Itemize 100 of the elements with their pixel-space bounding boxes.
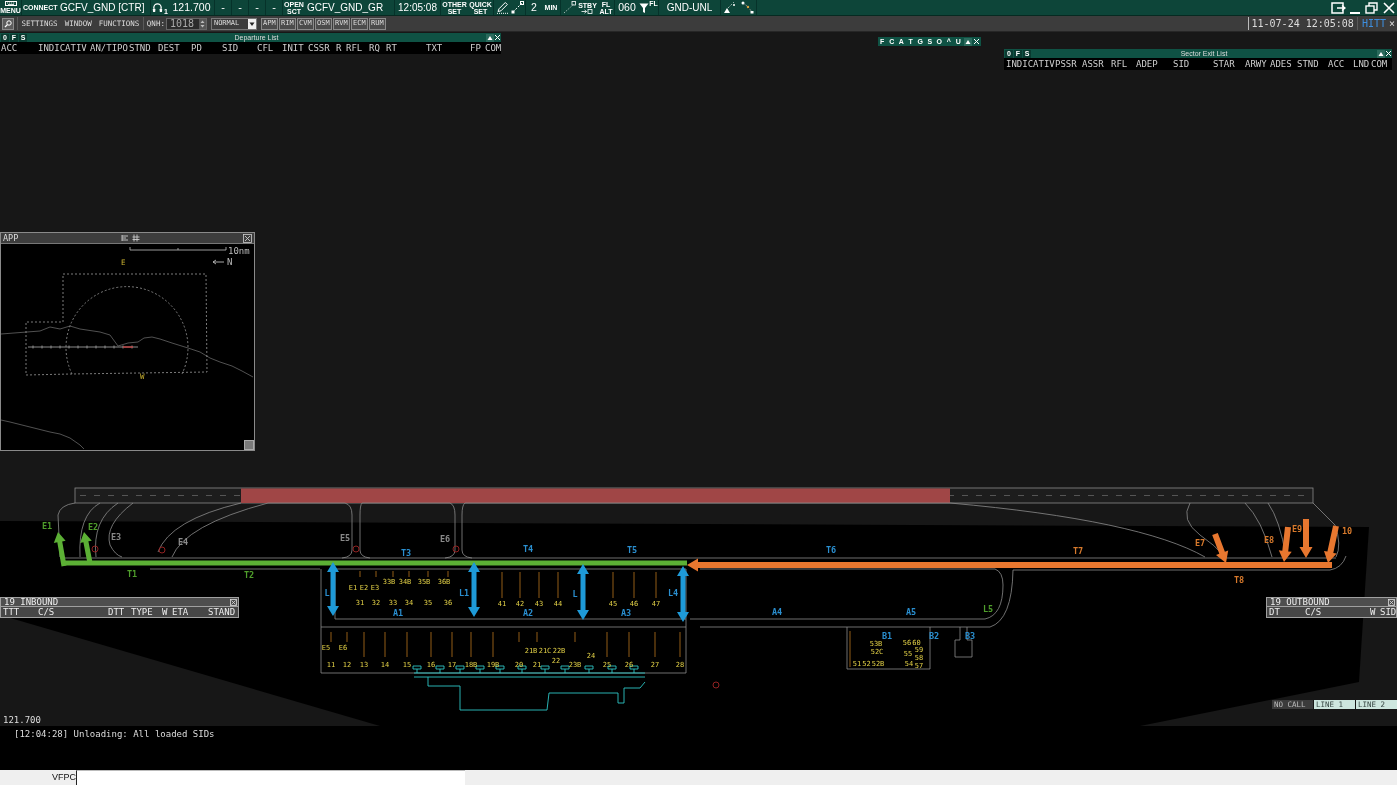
column-header[interactable]: ASSR [1082, 59, 1104, 69]
taxiway-label: L [572, 589, 578, 599]
grid-icon[interactable] [132, 234, 141, 242]
minutes-value: 2 [531, 2, 537, 13]
stand-line [518, 631, 520, 643]
close-icon[interactable] [1388, 598, 1395, 606]
stand-line [392, 570, 394, 578]
stand-line [359, 570, 361, 578]
stand-line [679, 631, 681, 658]
frequency-slot: - [238, 2, 242, 13]
resize-handle[interactable] [244, 440, 254, 450]
column-header[interactable]: SID [1380, 607, 1397, 617]
column-header[interactable]: ARWY [1245, 59, 1267, 69]
caret-up-icon[interactable] [1377, 49, 1385, 58]
column-header[interactable]: TXT [426, 43, 443, 53]
command-input[interactable] [76, 770, 465, 785]
window-exit-icon[interactable] [1330, 1, 1346, 14]
column-header[interactable]: W [1370, 607, 1376, 617]
column-header[interactable]: ACC [1, 43, 18, 53]
column-header[interactable]: LND [1353, 59, 1370, 69]
column-header[interactable]: RFL [1111, 59, 1128, 69]
flight-level-text: 060 [618, 2, 636, 13]
pen-icon[interactable] [495, 1, 509, 14]
frequency-readout: 121.700 [3, 716, 41, 725]
dashed-line-icon[interactable] [511, 1, 524, 14]
taxiway-label: E9 [1291, 524, 1303, 534]
column-header[interactable]: STAR [1213, 59, 1235, 69]
frequency-slot: - [221, 2, 225, 13]
column-header[interactable]: C/S [1305, 607, 1322, 617]
stand-line [330, 631, 332, 643]
dotted-line-icon[interactable] [562, 1, 576, 14]
caret-up-icon[interactable] [963, 37, 972, 46]
column-header[interactable]: STND [1297, 59, 1319, 69]
column-header[interactable]: DEST [158, 43, 180, 53]
column-header[interactable]: INDICATIV [1006, 59, 1055, 69]
column-header[interactable]: R [336, 43, 342, 53]
taxiway-label: L5 [982, 604, 994, 614]
column-header[interactable]: SID [222, 43, 239, 53]
taxiway-label: A3 [620, 608, 632, 618]
taxiway-label: L4 [667, 588, 679, 598]
north-label: N [227, 257, 233, 267]
taxiway-label: E7 [1194, 538, 1206, 548]
clock-text: 12:05:08 [398, 2, 437, 13]
triangle-dots-icon[interactable] [723, 1, 736, 14]
stand-line [430, 631, 432, 658]
arrow-box-icon [581, 8, 594, 14]
column-header[interactable]: COM [1371, 59, 1388, 69]
user-text: HITT [1361, 18, 1386, 29]
column-header[interactable]: COM [485, 43, 502, 53]
close-icon[interactable] [230, 598, 237, 606]
close-button[interactable]: × [1388, 18, 1395, 29]
callsign-text: GCFV_GND [CTR] [60, 2, 145, 13]
bars-icon[interactable] [121, 234, 130, 242]
column-header[interactable]: TYPE [131, 607, 153, 617]
column-header[interactable]: STND [129, 43, 151, 53]
column-header[interactable]: TTT [3, 607, 20, 617]
taxiway-label: A5 [905, 607, 917, 617]
qnh-field[interactable]: 1018 [165, 17, 207, 30]
column-header[interactable]: SID [1173, 59, 1190, 69]
column-header[interactable]: DTT [108, 607, 125, 617]
column-header[interactable]: STAND [208, 607, 236, 617]
column-header[interactable]: INDICATIV [38, 43, 87, 53]
taxiway-label: B2 [928, 631, 940, 641]
headset-icon[interactable] [152, 2, 164, 13]
stand-line [612, 571, 614, 599]
column-header[interactable]: RT [386, 43, 397, 53]
spinner-icon[interactable] [198, 18, 206, 29]
taxiway-label: E2 [87, 522, 99, 532]
column-header[interactable]: INIT [282, 43, 304, 53]
column-header[interactable]: CSSR [308, 43, 330, 53]
stand-line [406, 631, 408, 658]
column-header[interactable]: ADEP [1136, 59, 1158, 69]
close-icon[interactable] [243, 233, 252, 243]
stand-line [633, 571, 635, 599]
taxiway-label: E3 [110, 532, 122, 542]
taxiway-label: E8 [1263, 535, 1275, 545]
column-header[interactable]: W [162, 607, 168, 617]
column-header[interactable]: PD [191, 43, 202, 53]
filter-icon[interactable] [639, 1, 650, 14]
column-header[interactable]: AN/TIPO [90, 43, 128, 53]
column-header[interactable]: RFL [346, 43, 363, 53]
column-header[interactable]: FP [470, 43, 481, 53]
search-button[interactable] [2, 17, 14, 30]
restore-icon[interactable] [1364, 1, 1378, 14]
column-header[interactable]: RQ [369, 43, 380, 53]
column-header[interactable]: CFL [257, 43, 274, 53]
dotted-path-icon[interactable] [740, 1, 754, 14]
column-header[interactable]: DT [1269, 607, 1280, 617]
stand-line [492, 631, 494, 658]
caret-up-icon[interactable] [486, 33, 494, 42]
stand-line [574, 631, 576, 643]
stand-line [451, 631, 453, 658]
stand-line [628, 631, 630, 658]
column-header[interactable]: ADES [1270, 59, 1292, 69]
double-arrow [577, 564, 589, 620]
column-header[interactable]: C/S [38, 607, 55, 617]
column-header[interactable]: PSSR [1055, 59, 1077, 69]
column-header[interactable]: ACC [1328, 59, 1345, 69]
column-header[interactable]: ETA [172, 607, 189, 617]
stand-line [470, 631, 472, 658]
